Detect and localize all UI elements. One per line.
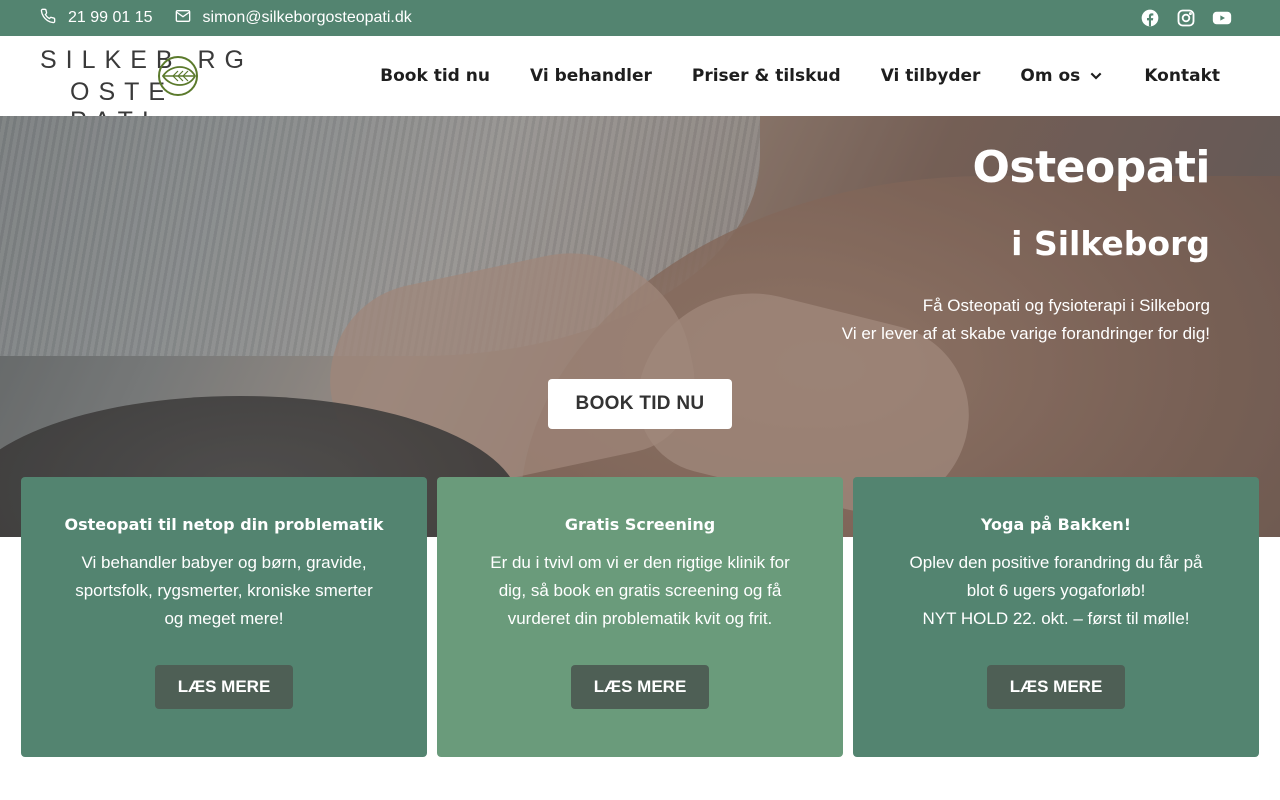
nav-priser-tilskud[interactable]: Priser & tilskud xyxy=(692,66,841,86)
main-navigation: Book tid nu Vi behandler Priser & tilsku… xyxy=(380,36,1220,116)
laes-mere-button[interactable]: LÆS MERE xyxy=(571,665,709,709)
card-text: Oplev den positive forandring du får på … xyxy=(901,549,1211,633)
hero-line-1: Få Osteopati og fysioterapi i Silkeborg xyxy=(922,296,1210,315)
card-yoga: Yoga på Bakken! Oplev den positive foran… xyxy=(853,477,1259,757)
leaf-icon xyxy=(158,56,198,96)
card-title: Yoga på Bakken! xyxy=(980,515,1132,534)
hero-line-2: Vi er lever af at skabe varige forandrin… xyxy=(841,324,1210,343)
hero-subtitle: i Silkeborg xyxy=(1011,224,1210,263)
youtube-icon[interactable] xyxy=(1212,8,1232,28)
phone-link[interactable]: 21 99 01 15 xyxy=(40,8,153,29)
site-logo[interactable]: SILKEB RG OSTE PATI xyxy=(40,46,276,135)
laes-mere-button[interactable]: LÆS MERE xyxy=(987,665,1125,709)
email-link[interactable]: simon@silkeborgosteopati.dk xyxy=(175,8,412,29)
contact-info: 21 99 01 15 simon@silkeborgosteopati.dk xyxy=(40,0,412,36)
nav-vi-tilbyder[interactable]: Vi tilbyder xyxy=(881,66,981,86)
envelope-icon xyxy=(175,8,191,29)
hero-banner: Osteopati i Silkeborg Få Osteopati og fy… xyxy=(0,116,1280,537)
card-title: Osteopati til netop din problematik xyxy=(64,515,384,534)
instagram-icon[interactable] xyxy=(1176,8,1196,28)
social-links xyxy=(1140,0,1232,36)
phone-number: 21 99 01 15 xyxy=(68,9,153,26)
nav-om-os-label: Om os xyxy=(1020,66,1081,86)
hero-description: Få Osteopati og fysioterapi i Silkeborg … xyxy=(842,292,1210,348)
facebook-icon[interactable] xyxy=(1140,8,1160,28)
card-gratis-screening: Gratis Screening Er du i tvivl om vi er … xyxy=(437,477,843,757)
nav-book-tid-nu[interactable]: Book tid nu xyxy=(380,66,490,86)
nav-vi-behandler[interactable]: Vi behandler xyxy=(530,66,652,86)
laes-mere-button[interactable]: LÆS MERE xyxy=(155,665,293,709)
card-osteopati: Osteopati til netop din problematik Vi b… xyxy=(21,477,427,757)
nav-kontakt[interactable]: Kontakt xyxy=(1144,66,1220,86)
chevron-down-icon xyxy=(1088,68,1104,84)
book-tid-nu-button[interactable]: BOOK TID NU xyxy=(548,379,732,429)
nav-om-os[interactable]: Om os xyxy=(1020,66,1104,86)
email-address: simon@silkeborgosteopati.dk xyxy=(202,9,412,26)
site-header: SILKEB RG OSTE PATI Book tid nu Vi behan… xyxy=(0,36,1280,135)
card-title: Gratis Screening xyxy=(564,515,716,534)
logo-line-1: SILKEB RG xyxy=(40,46,253,74)
card-text-line-2: NYT HOLD 22. okt. – først til mølle! xyxy=(922,609,1190,628)
card-text-line-1: Oplev den positive forandring du får på … xyxy=(909,553,1203,600)
hero-title: Osteopati xyxy=(972,142,1211,193)
card-text: Er du i tvivl om vi er den rigtige klini… xyxy=(490,553,790,628)
top-bar: 21 99 01 15 simon@silkeborgosteopati.dk xyxy=(0,0,1280,36)
phone-icon xyxy=(40,8,56,29)
card-text: Vi behandler babyer og børn, gravide, sp… xyxy=(75,553,373,628)
